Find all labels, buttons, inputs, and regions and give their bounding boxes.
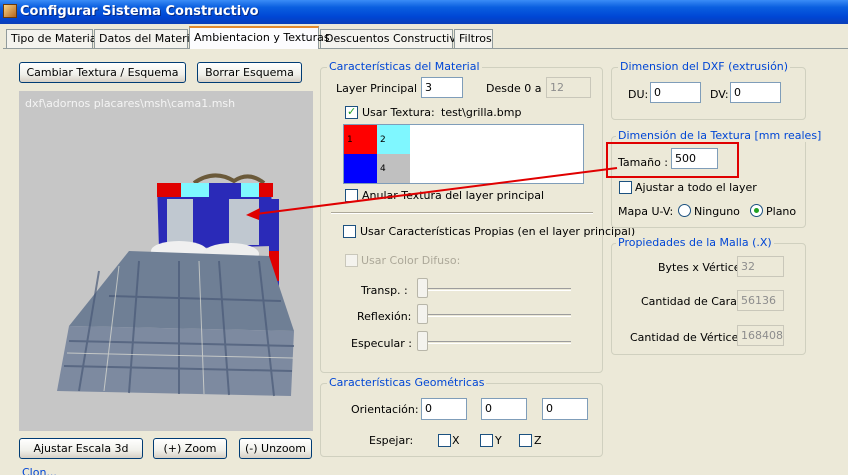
mapa-uv-label: Mapa U-V: [618, 205, 674, 218]
material-group-legend: Características del Material [327, 60, 482, 73]
especular-label: Especular : [351, 337, 412, 350]
espejar-z-checkbox[interactable] [519, 434, 532, 447]
tab-tipo-de-material[interactable]: Tipo de Material [6, 29, 100, 48]
desde-input: 12 [546, 77, 591, 98]
transp-slider-track[interactable] [421, 288, 571, 291]
orientacion-x-input[interactable]: 0 [421, 398, 467, 420]
plano-label: Plano [766, 205, 797, 218]
swatch-1[interactable]: 1 [344, 125, 377, 154]
tab-label: Tipo de Material [11, 32, 100, 45]
tab-label: Descuentos Constructivos [325, 32, 469, 45]
bytes-vertice-value: 32 [737, 256, 784, 277]
cantidad-caras-value: 56136 [737, 290, 784, 311]
usar-color-label: Usar Color Difuso: [361, 254, 461, 267]
transp-slider-thumb[interactable] [417, 278, 428, 298]
texture-dimension-legend: Dimensión de la Textura [mm reales] [616, 129, 824, 142]
dxf-dimension-legend: Dimension del DXF (extrusión) [618, 60, 791, 73]
tamano-input[interactable]: 500 [671, 148, 718, 169]
geometry-group-legend: Características Geométricas [327, 376, 487, 389]
swatch-3[interactable]: 3 [344, 154, 377, 183]
bytes-vertice-label: Bytes x Vértice: [658, 261, 745, 274]
reflexion-label: Reflexión: [357, 310, 412, 323]
desde-label: Desde 0 a [486, 82, 542, 95]
reflexion-slider-track[interactable] [421, 314, 571, 317]
mesh-properties-legend: Propiedades de la Malla (.X) [616, 236, 774, 249]
du-input[interactable]: 0 [650, 82, 701, 103]
orientacion-y-input[interactable]: 0 [481, 398, 527, 420]
ninguno-radio[interactable] [678, 204, 691, 217]
especular-slider-track[interactable] [421, 341, 571, 344]
change-texture-button[interactable]: Cambiar Textura / Esquema [19, 62, 186, 83]
cantidad-vertices-label: Cantidad de Vértices: [630, 331, 748, 344]
adjust-scale-3d-button[interactable]: Ajustar Escala 3d [19, 438, 143, 459]
espejar-y-checkbox[interactable] [480, 434, 493, 447]
layer-principal-label: Layer Principal : [336, 82, 425, 95]
tab-datos-del-material[interactable]: Datos del Material [94, 29, 199, 48]
window-title: Configurar Sistema Constructivo [20, 4, 259, 19]
dv-input[interactable]: 0 [730, 82, 781, 103]
tamano-label: Tamaño : [618, 156, 668, 169]
plano-radio[interactable] [750, 204, 763, 217]
cantidad-vertices-value: 168408 [737, 325, 784, 346]
reflexion-slider-thumb[interactable] [417, 304, 428, 324]
material-separator [331, 212, 593, 214]
tab-filtros[interactable]: Filtros [454, 29, 493, 48]
texture-file-name: test\grilla.bmp [441, 106, 522, 119]
bed-model-image [57, 173, 295, 397]
usar-color-checkbox [345, 254, 358, 267]
layer-principal-input[interactable]: 3 [421, 77, 463, 98]
swatch-2[interactable]: 2 [377, 125, 410, 154]
du-label: DU: [628, 88, 649, 101]
zoom-out-button[interactable]: (-) Unzoom [239, 438, 312, 459]
texture-swatch-box: 1 2 3 4 [343, 124, 584, 184]
delete-scheme-button[interactable]: Borrar Esquema [197, 62, 302, 83]
anular-textura-checkbox[interactable] [345, 189, 358, 202]
app-icon [3, 4, 17, 18]
ninguno-label: Ninguno [694, 205, 740, 218]
transp-label: Transp. : [361, 284, 408, 297]
tab-ambientacion-y-texturas[interactable]: Ambientacion y Texturas [189, 26, 330, 49]
usar-propias-checkbox[interactable] [343, 225, 356, 238]
tab-label: Ambientacion y Texturas [194, 31, 330, 44]
usar-textura-label: Usar Textura: [362, 106, 435, 119]
ajustar-layer-label: Ajustar a todo el layer [635, 181, 757, 194]
swatch-4[interactable]: 4 [377, 154, 410, 183]
orientacion-label: Orientación: [351, 403, 419, 416]
usar-propias-label: Usar Características Propias (en el laye… [360, 225, 636, 238]
tab-descuentos-constructivos[interactable]: Descuentos Constructivos [320, 29, 468, 48]
window-titlebar: Configurar Sistema Constructivo [0, 0, 848, 24]
espejar-label: Espejar: [369, 434, 414, 447]
zoom-in-button[interactable]: (+) Zoom [153, 438, 227, 459]
espejar-y-label: Y [495, 434, 502, 447]
especular-slider-thumb[interactable] [417, 331, 428, 351]
bottom-cutoff-label: Clon... [22, 466, 57, 475]
dv-label: DV: [710, 88, 729, 101]
orientacion-z-input[interactable]: 0 [542, 398, 588, 420]
espejar-z-label: Z [534, 434, 542, 447]
anular-textura-label: Anular Textura del layer principal [362, 189, 545, 202]
cantidad-caras-label: Cantidad de Caras: [641, 295, 747, 308]
tab-label: Filtros [459, 32, 492, 45]
espejar-x-checkbox[interactable] [438, 434, 451, 447]
usar-textura-checkbox[interactable] [345, 105, 358, 119]
tab-label: Datos del Material [99, 32, 200, 45]
3d-preview-viewport[interactable]: dxf\adornos placares\msh\cama1.msh [19, 91, 313, 431]
geometry-group [320, 383, 603, 457]
ajustar-layer-checkbox[interactable] [619, 181, 632, 194]
espejar-x-label: X [452, 434, 460, 447]
